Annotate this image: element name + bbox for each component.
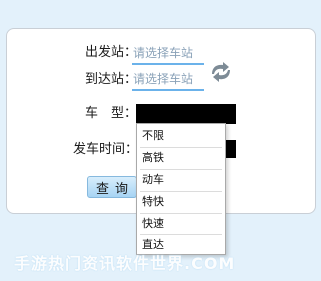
from-station-label: 出发站： [85, 45, 138, 60]
train-type-select[interactable] [136, 104, 236, 124]
query-button[interactable]: 查询 [87, 176, 137, 198]
departure-time-select[interactable] [226, 140, 236, 158]
option-any[interactable]: 不限 [137, 125, 225, 147]
swap-stations-button[interactable] [208, 60, 234, 84]
train-type-dropdown: 不限 高铁 动车 特快 快速 直达 [136, 123, 226, 255]
option-emu[interactable]: 动车 [137, 169, 225, 191]
departure-time-label: 发车时间： [73, 142, 139, 157]
option-fast[interactable]: 快速 [137, 213, 225, 235]
option-express[interactable]: 特快 [137, 191, 225, 213]
swap-arrows-icon [212, 62, 230, 82]
to-station-label: 到达站： [85, 72, 138, 87]
option-high-speed[interactable]: 高铁 [137, 147, 225, 169]
to-station-input[interactable] [132, 69, 204, 91]
from-station-input[interactable] [132, 43, 204, 65]
train-type-label: 车 型： [85, 106, 138, 121]
watermark-text: 手游热门资讯软件世界.COM [14, 254, 236, 272]
